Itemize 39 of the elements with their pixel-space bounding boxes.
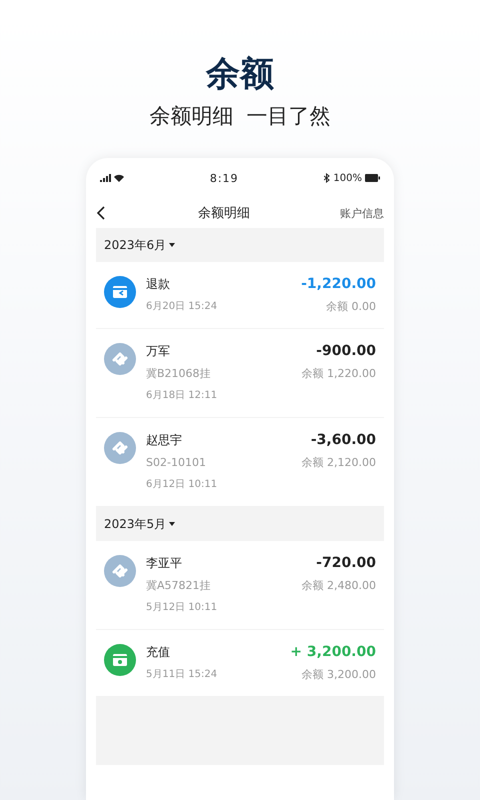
transaction-name: 李亚平: [146, 555, 183, 571]
page-title: 余额明细: [198, 205, 250, 222]
transaction-time: 5月12日 10:11: [146, 601, 218, 615]
month-selector[interactable]: 2023年6月: [96, 228, 384, 262]
transaction-amount: -1,220.00: [301, 276, 376, 292]
clock-time: 8:19: [210, 172, 239, 184]
promo-subtitle: 余额明细 一目了然: [149, 103, 331, 130]
plate-number: S02-10101: [146, 456, 207, 470]
month-selector[interactable]: 2023年5月: [96, 507, 384, 541]
transaction-time: 6月12日 10:11: [146, 478, 218, 492]
transaction-amount: -720.00: [316, 555, 376, 571]
balance-text: 余额 2,480.00: [302, 579, 376, 593]
transaction-time: 5月11日 15:24: [146, 668, 218, 682]
balance-text: 余额 0.00: [326, 300, 376, 314]
signal-icon: [100, 174, 111, 182]
wallet-icon: [104, 644, 136, 676]
transaction-amount: -900.00: [316, 343, 376, 359]
caret-icon: [169, 243, 176, 247]
transaction-name: 充值: [146, 644, 171, 660]
transaction-name: 赵思宇: [146, 432, 183, 448]
balance-text: 余额 3,200.00: [302, 668, 376, 682]
transaction-name: 退款: [146, 276, 171, 292]
transaction-time: 6月20日 15:24: [146, 300, 218, 314]
refund-icon: [104, 276, 136, 308]
transaction-name: 万军: [146, 343, 171, 359]
balance-text: 余额 2,120.00: [302, 456, 376, 470]
plate-number: 冀B21068挂: [146, 367, 212, 381]
balance-text: 余额 1,220.00: [302, 367, 376, 381]
transaction-amount: + 3,200.00: [290, 644, 376, 660]
caret-icon: [169, 522, 176, 526]
transaction-time: 6月18日 12:11: [146, 389, 218, 403]
plate-number: 冀A57821挂: [146, 579, 212, 593]
transaction-amount: -3,60.00: [310, 432, 376, 448]
bluetooth-icon: [324, 173, 330, 183]
battery-percent: 100%: [333, 172, 362, 184]
battery-icon: [364, 174, 380, 182]
account-info-link[interactable]: 账户信息: [340, 206, 384, 220]
promo-title: 余额: [206, 54, 274, 94]
wifi-icon: [114, 174, 124, 182]
